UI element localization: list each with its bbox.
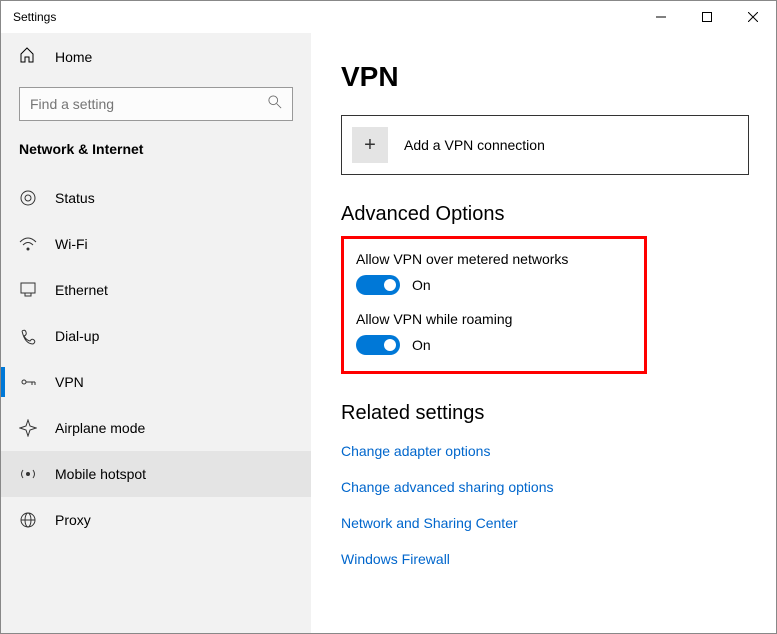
dialup-icon	[19, 327, 37, 345]
sidebar-item-label: Dial-up	[55, 328, 99, 344]
main-content: VPN + Add a VPN connection Advanced Opti…	[311, 33, 776, 633]
sidebar-item-status[interactable]: Status	[1, 175, 311, 221]
sidebar-item-label: Proxy	[55, 512, 91, 528]
airplane-icon	[19, 419, 37, 437]
search-icon	[268, 95, 282, 114]
proxy-icon	[19, 511, 37, 529]
advanced-heading: Advanced Options	[341, 203, 746, 226]
toggle-roaming-state: On	[412, 337, 431, 353]
hotspot-icon	[19, 465, 37, 483]
add-vpn-button[interactable]: + Add a VPN connection	[341, 115, 749, 175]
toggle-roaming-switch[interactable]	[356, 335, 400, 355]
toggle-metered-label: Allow VPN over metered networks	[356, 251, 628, 267]
sidebar: Home Network & Internet Status Wi-Fi Eth…	[1, 33, 311, 633]
plus-icon: +	[352, 127, 388, 163]
sidebar-item-label: VPN	[55, 374, 84, 390]
toggle-metered-switch[interactable]	[356, 275, 400, 295]
sidebar-item-label: Wi-Fi	[55, 236, 88, 252]
toggle-roaming: Allow VPN while roaming On	[356, 311, 628, 355]
sidebar-item-dialup[interactable]: Dial-up	[1, 313, 311, 359]
related-heading: Related settings	[341, 402, 746, 425]
toggle-roaming-label: Allow VPN while roaming	[356, 311, 628, 327]
wifi-icon	[19, 235, 37, 253]
home-icon	[19, 47, 37, 68]
home-label: Home	[55, 49, 92, 65]
sidebar-item-wifi[interactable]: Wi-Fi	[1, 221, 311, 267]
add-vpn-label: Add a VPN connection	[404, 137, 545, 153]
link-firewall[interactable]: Windows Firewall	[341, 551, 746, 567]
status-icon	[19, 189, 37, 207]
search-input[interactable]	[30, 96, 268, 112]
section-header: Network & Internet	[1, 137, 311, 175]
vpn-icon	[19, 373, 37, 391]
sidebar-item-ethernet[interactable]: Ethernet	[1, 267, 311, 313]
sidebar-item-label: Status	[55, 190, 95, 206]
close-button[interactable]	[730, 1, 776, 33]
home-nav[interactable]: Home	[1, 37, 311, 77]
window-controls	[638, 1, 776, 33]
page-title: VPN	[341, 61, 746, 93]
maximize-button[interactable]	[684, 1, 730, 33]
sidebar-item-label: Mobile hotspot	[55, 466, 146, 482]
sidebar-item-proxy[interactable]: Proxy	[1, 497, 311, 543]
sidebar-item-airplane[interactable]: Airplane mode	[1, 405, 311, 451]
sidebar-item-label: Airplane mode	[55, 420, 145, 436]
sidebar-item-hotspot[interactable]: Mobile hotspot	[1, 451, 311, 497]
link-adapter[interactable]: Change adapter options	[341, 443, 746, 459]
highlight-box: Allow VPN over metered networks On Allow…	[341, 236, 647, 374]
ethernet-icon	[19, 281, 37, 299]
search-box[interactable]	[19, 87, 293, 121]
toggle-metered: Allow VPN over metered networks On	[356, 251, 628, 295]
sidebar-item-label: Ethernet	[55, 282, 108, 298]
minimize-button[interactable]	[638, 1, 684, 33]
toggle-metered-state: On	[412, 277, 431, 293]
link-sharing[interactable]: Change advanced sharing options	[341, 479, 746, 495]
sidebar-item-vpn[interactable]: VPN	[1, 359, 311, 405]
window-title: Settings	[13, 10, 56, 24]
link-network-center[interactable]: Network and Sharing Center	[341, 515, 746, 531]
